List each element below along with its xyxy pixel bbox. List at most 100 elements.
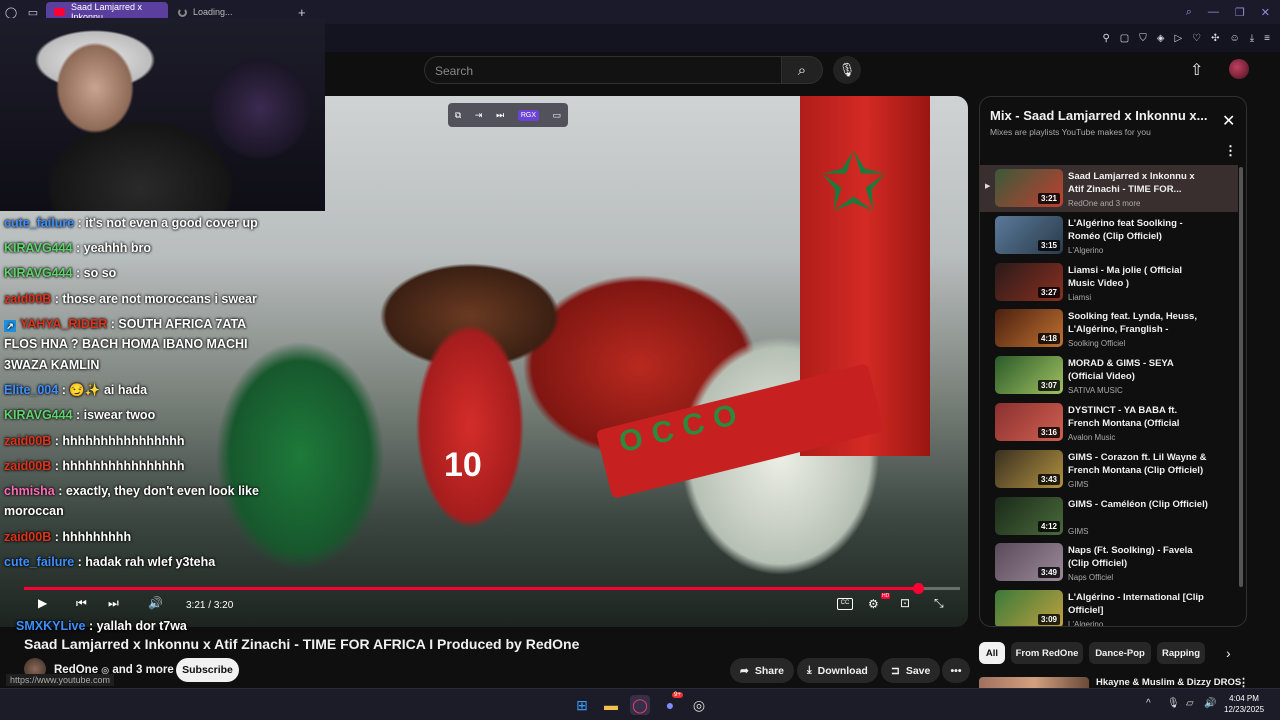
miniplayer-icon[interactable]: ⊡ [900, 596, 910, 610]
search-input[interactable]: Search [424, 56, 782, 84]
playlist-item-channel: GIMS [1068, 526, 1089, 536]
search-button[interactable]: ⌕ [781, 56, 823, 84]
previous-icon[interactable]: ⏮ [76, 596, 87, 611]
save-button[interactable]: ⊐ Save [881, 658, 941, 683]
search-tabs-icon[interactable]: ⌕ [1186, 6, 1192, 19]
chat-text: yallah dor t7wa [96, 619, 187, 633]
settings-icon[interactable]: ⚙ [868, 597, 879, 611]
play-icon[interactable]: ▶ [38, 596, 47, 610]
menu-icon[interactable]: ≡ [1264, 33, 1270, 44]
close-window-icon[interactable]: ✕ [1261, 6, 1270, 19]
progress-scrubber[interactable] [912, 583, 924, 594]
playlist-thumbnail[interactable]: 3:27 [995, 262, 1063, 301]
playlist-item-channel: L'Algerino [1068, 245, 1104, 255]
playlist-thumbnail[interactable]: 4:18 [995, 309, 1063, 348]
playlist-thumbnail[interactable]: 3:09 [995, 590, 1063, 626]
opera-gx-icon[interactable]: ◯ [630, 695, 650, 715]
more-actions-button[interactable]: ••• [942, 658, 970, 683]
network-icon[interactable]: ▱ [1186, 698, 1194, 709]
playlist-item[interactable]: 3:09 L'Algérino - International [Clip Off… [980, 586, 1238, 626]
voice-search-button[interactable]: 🎙 [833, 56, 861, 84]
playlist-subtitle: Mixes are playlists YouTube makes for yo… [990, 127, 1151, 137]
progress-bar[interactable] [24, 583, 960, 594]
clock-time: 4:04 PM [1229, 694, 1259, 703]
progress-fill [24, 587, 918, 590]
duration-badge: 3:21 [1037, 193, 1060, 204]
discord-icon[interactable]: ● 9+ [660, 692, 683, 715]
download-button[interactable]: ⤓ Download [797, 658, 878, 683]
playlist-thumbnail[interactable]: 4:12 [995, 496, 1063, 535]
file-explorer-icon[interactable]: ▬ [601, 695, 621, 715]
playlist-scrollbar[interactable] [1239, 167, 1243, 587]
chip-all[interactable]: All [979, 642, 1005, 664]
playlist-thumbnail[interactable]: 3:15 [995, 215, 1063, 254]
playlist-menu-icon[interactable]: ⋮ [1224, 143, 1237, 159]
save-label: Save [905, 664, 931, 677]
emote-icon: 😏✨ [69, 383, 101, 398]
chat-text: so so [83, 266, 117, 281]
chat-username: KIRAVG444 [4, 241, 73, 256]
chip-from-redone[interactable]: From RedOne [1011, 642, 1083, 664]
account-avatar[interactable] [1229, 59, 1249, 79]
upload-icon[interactable]: ⇧ [1190, 60, 1203, 80]
snapshot-icon[interactable]: ▢ [1120, 33, 1129, 44]
vpn-icon[interactable]: ◈ [1157, 33, 1165, 44]
download-icon[interactable]: ⤓ [1250, 33, 1254, 44]
playlist-item[interactable]: 3:07 MORAD & GIMS - SEYA (Official Video)… [980, 352, 1238, 399]
playlist-item[interactable]: 3:43 GIMS - Corazon ft. Lil Wayne & Frenc… [980, 446, 1238, 493]
close-playlist-icon[interactable]: ✕ [1222, 111, 1235, 131]
playlist-item[interactable]: 3:27 Liamsi - Ma jolie ( Official Music V… [980, 259, 1238, 306]
volume-icon[interactable]: 🔊 [148, 596, 163, 610]
next-video-title[interactable]: Hkayne & Muslim & Dizzy DROS [1096, 677, 1241, 688]
heart-icon[interactable]: ♡ [1192, 33, 1201, 44]
playlist-thumbnail[interactable]: 3:49 [995, 543, 1063, 582]
playlist-item[interactable]: 3:16 DYSTINCT - YA BABA ft. French Montan… [980, 399, 1238, 446]
playlist-thumbnail[interactable]: 3:16 [995, 402, 1063, 441]
shield-icon[interactable]: ⛉ [1139, 33, 1147, 44]
microphone-icon: 🎙 [838, 62, 856, 77]
subscribe-button[interactable]: Subscribe [176, 658, 239, 682]
playlist-thumbnail[interactable]: 3:07 [995, 356, 1063, 395]
obs-icon[interactable]: ◎ [689, 695, 709, 715]
chat-username: SMXKYLive [16, 619, 86, 633]
rgx-badge[interactable]: RGX [517, 109, 539, 121]
player-icon[interactable]: ▷ [1174, 33, 1182, 44]
theater-icon[interactable]: ▭ [553, 110, 562, 121]
chat-username: KIRAVG444 [4, 408, 73, 423]
pip-icon[interactable]: ⇥ [475, 110, 483, 121]
fullscreen-icon[interactable]: ⤡ [934, 596, 944, 611]
now-playing-icon: ▶ [985, 183, 991, 190]
windows-start-icon[interactable]: ⊞ [572, 695, 592, 715]
chip-dance-pop[interactable]: Dance-Pop [1089, 642, 1151, 664]
next-video-icon[interactable]: ⏭ [108, 596, 119, 611]
playlist-item[interactable]: 3:15 L'Algérino feat Soolking - Roméo (Cl… [980, 212, 1238, 259]
hd-badge: HD [881, 593, 891, 599]
chat-message: zaid00B : hhhhhhhhhhhhhhhh [4, 433, 185, 448]
profile-icon[interactable]: ☺ [1230, 33, 1240, 44]
chat-message: Elite_004 : 😏✨ ai hada [4, 383, 148, 398]
chevron-up-icon[interactable]: ^ [1146, 698, 1151, 709]
playlist-item[interactable]: 4:18 Soolking feat. Lynda, Heuss, L'Algér… [980, 305, 1238, 352]
search-placeholder: Search [435, 64, 474, 78]
badge-icon: ↗ [4, 319, 16, 332]
chip-rapping[interactable]: Rapping [1157, 642, 1205, 664]
captions-icon[interactable]: CC [837, 598, 853, 610]
chevron-right-icon[interactable]: › [1226, 645, 1231, 661]
extensions-icon[interactable]: ✣ [1211, 33, 1219, 44]
volume-tray-icon[interactable]: 🔊 [1204, 698, 1216, 709]
pin-icon[interactable]: ⚲ [1102, 33, 1109, 44]
playlist-item[interactable]: 4:12 GIMS - Caméléon (Clip Officiel) GIMS [980, 493, 1238, 540]
playlist-thumbnail[interactable]: 3:21 [995, 169, 1063, 207]
playlist-item[interactable]: 3:49 Naps (Ft. Soolking) - Favela (Clip O… [980, 539, 1238, 586]
popout-icon[interactable]: ⧉ [455, 110, 461, 121]
playlist-item[interactable]: ▶ 3:21 Saad Lamjarred x Inkonnu x Atif Zin… [980, 165, 1238, 212]
next-icon[interactable]: ⏭ [496, 110, 504, 121]
share-button[interactable]: ➦ Share [730, 658, 794, 683]
minimize-icon[interactable]: — [1208, 6, 1219, 18]
maximize-icon[interactable]: ❐ [1235, 6, 1245, 19]
microphone-tray-icon[interactable]: 🎙 [1167, 698, 1180, 709]
time-current: 3:21 [186, 600, 206, 611]
playlist-thumbnail[interactable]: 3:43 [995, 449, 1063, 488]
clock[interactable]: 4:04 PM 12/23/2025 [1224, 693, 1264, 715]
chat-username: zaid00B [4, 458, 52, 473]
